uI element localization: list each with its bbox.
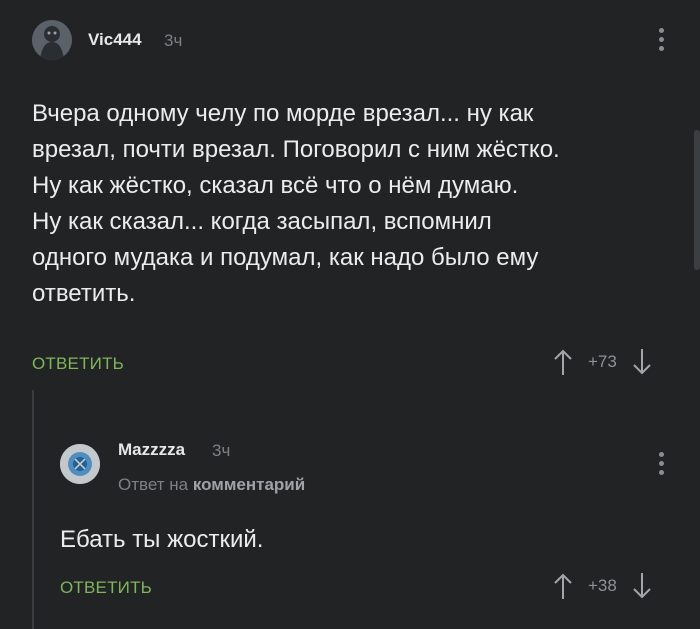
comment-text-line: одного мудака и подумал, как надо было е… <box>32 244 539 271</box>
avatar-figure-icon <box>32 20 72 60</box>
reply-to-prefix: Ответ на <box>118 475 189 494</box>
thread-line[interactable] <box>32 390 34 629</box>
vote-controls: +38 <box>552 572 653 600</box>
username[interactable]: Vic444 <box>88 30 142 50</box>
arrow-up-icon[interactable] <box>552 572 574 600</box>
comment-text-line: ответить. <box>32 280 136 307</box>
more-vertical-icon[interactable] <box>658 452 664 475</box>
avatar-badge-icon <box>60 444 100 484</box>
reply-to-link[interactable]: комментарий <box>193 475 305 494</box>
timestamp: 3ч <box>212 441 231 460</box>
timestamp: 3ч <box>164 31 183 50</box>
comment-text-line: Ну как жёстко, сказал всё что о нём дума… <box>32 172 519 199</box>
arrow-down-icon[interactable] <box>631 348 653 376</box>
avatar[interactable] <box>32 20 72 60</box>
comment-text: Ебать ты жосткий. <box>60 526 264 553</box>
reply-button[interactable]: ОТВЕТИТЬ <box>60 578 152 598</box>
comment-text-line: врезал, почти врезал. Поговорил с ним жё… <box>32 136 560 163</box>
arrow-down-icon[interactable] <box>631 572 653 600</box>
comment-text-line: Вчера одному челу по морде врезал... ну … <box>32 100 534 127</box>
arrow-up-icon[interactable] <box>552 348 574 376</box>
reply-to-info: Ответ на комментарий <box>118 475 305 495</box>
comment-text: Вчера одному челу по морде врезал... ну … <box>32 96 682 312</box>
more-vertical-icon[interactable] <box>658 28 664 51</box>
rating-count: +73 <box>588 352 617 371</box>
reply-button[interactable]: ОТВЕТИТЬ <box>32 354 124 374</box>
vote-controls: +73 <box>552 348 653 376</box>
scrollbar[interactable] <box>694 130 700 270</box>
comment-text-line: Ну как сказал... когда засыпал, вспомнил <box>32 208 492 235</box>
username[interactable]: Mazzzza <box>118 440 185 460</box>
rating-count: +38 <box>588 576 617 595</box>
avatar[interactable] <box>60 444 100 484</box>
